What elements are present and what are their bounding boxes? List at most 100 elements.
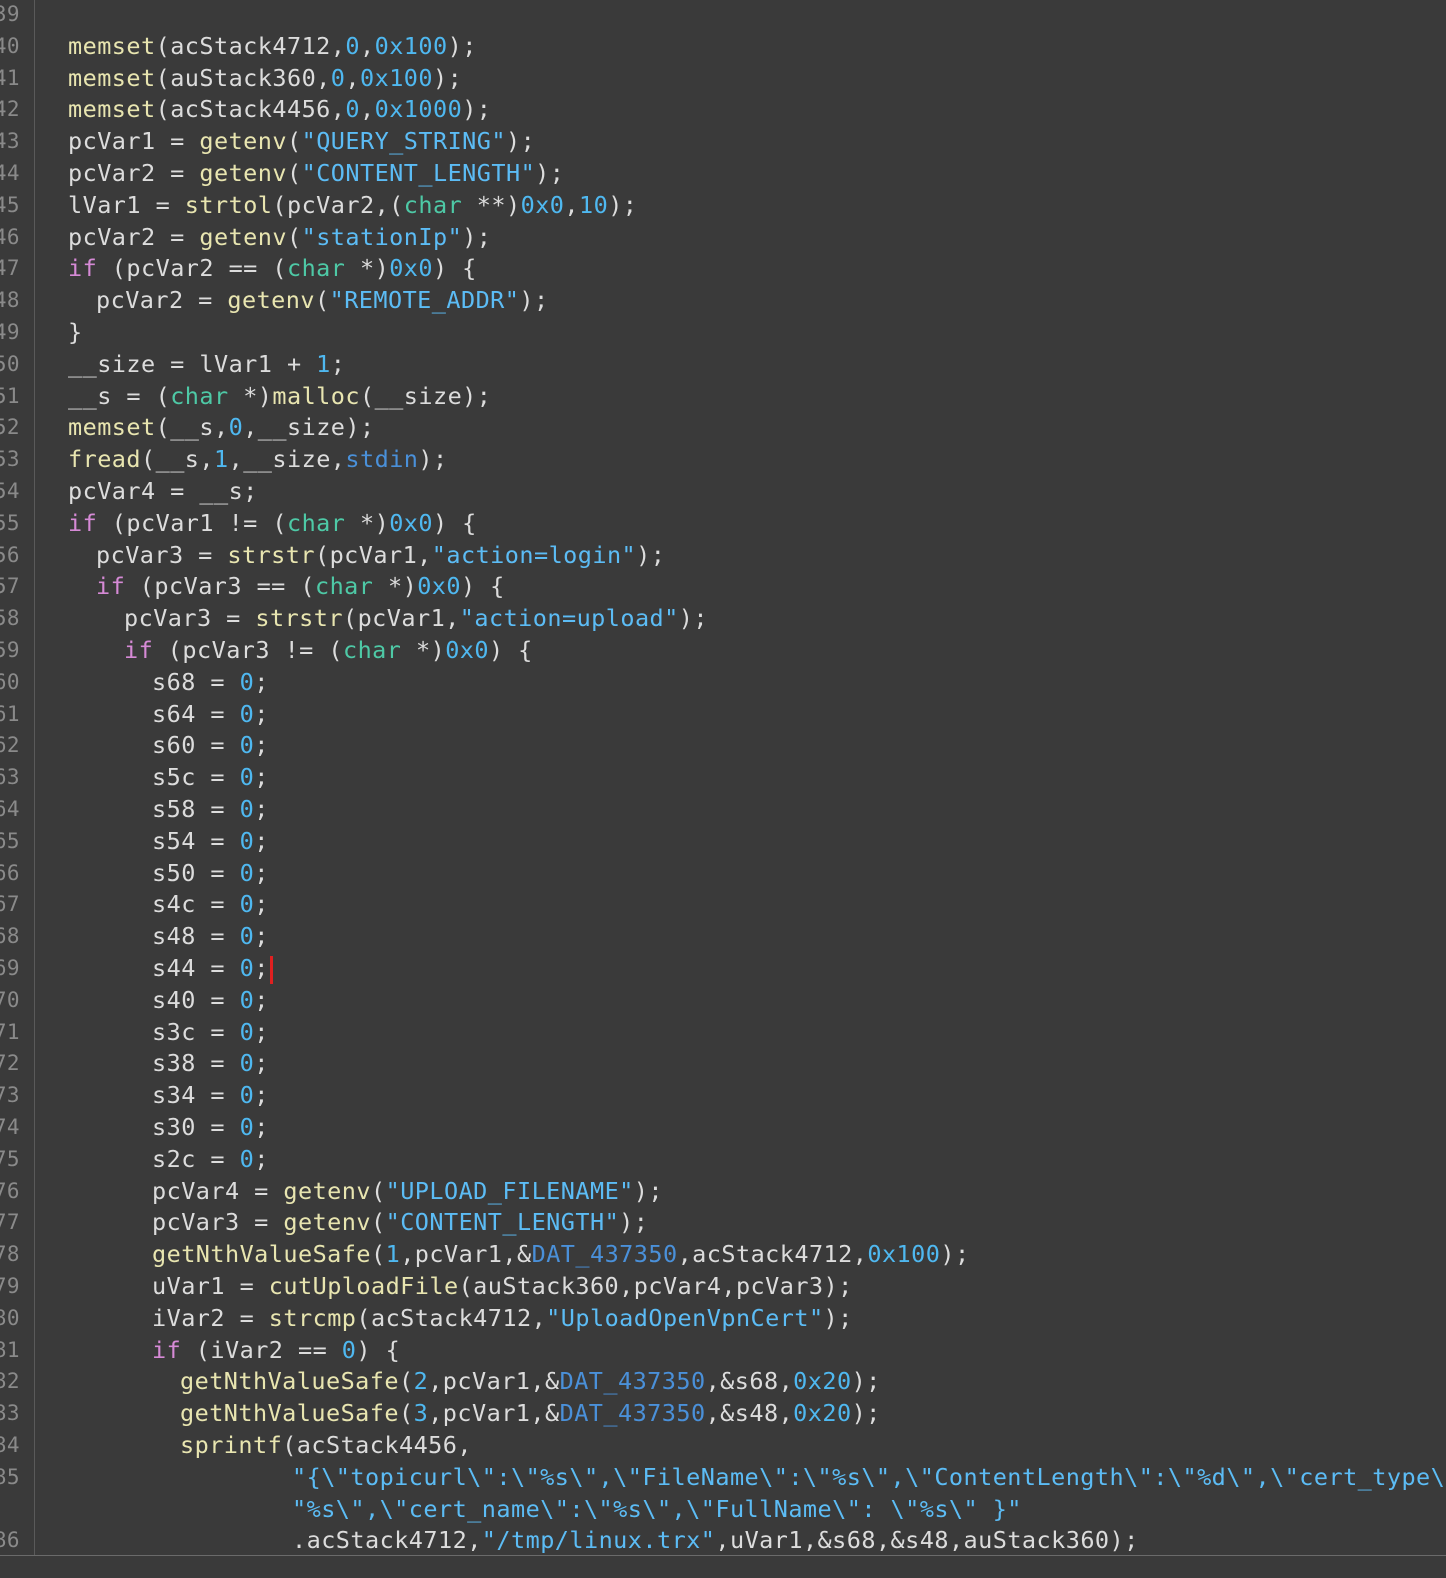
code-token: __s = (	[68, 381, 171, 410]
code-editor[interactable]: 39 40 memset(acStack4712,0,0x100); 41 memset…	[0, 0, 1446, 1578]
code-token: 0	[239, 1144, 255, 1173]
code-token: ) {	[356, 1335, 401, 1364]
code-line[interactable]: 65 s54 = 0;	[0, 825, 1446, 857]
code-line[interactable]: 45 lVar1 = strtol(pcVar2,(char **)0x0,10)…	[0, 189, 1446, 221]
code-text: if (pcVar2 == (char *)0x0) {	[68, 252, 477, 284]
code-line[interactable]: 44 pcVar2 = getenv("CONTENT_LENGTH");	[0, 157, 1446, 189]
code-token: (pcVar3 == (	[125, 572, 315, 601]
code-line[interactable]: 62 s60 = 0;	[0, 729, 1446, 761]
line-number: 39	[0, 2, 20, 26]
code-token: 10	[579, 190, 609, 219]
line-number: 81	[0, 1337, 20, 1362]
code-token: s38 =	[152, 1049, 240, 1078]
code-token: (	[286, 222, 302, 251]
line-number: 70	[0, 987, 20, 1012]
code-text: if (pcVar1 != (char *)0x0) {	[68, 507, 477, 539]
code-line[interactable]: 77 pcVar3 = getenv("CONTENT_LENGTH");	[0, 1206, 1446, 1238]
code-token: getenv	[199, 127, 287, 156]
code-line[interactable]: 54 pcVar4 = __s;	[0, 475, 1446, 507]
code-line[interactable]: 76 pcVar4 = getenv("UPLOAD_FILENAME");	[0, 1175, 1446, 1207]
code-line[interactable]: 79 uVar1 = cutUploadFile(auStack360,pcVar…	[0, 1270, 1446, 1302]
code-token: ;	[254, 1017, 269, 1046]
code-line[interactable]: 39	[0, 0, 1446, 30]
code-token: char	[286, 508, 346, 537]
code-token: "%s\",\"cert_name\":\"%s\",\"FullName\":…	[292, 1494, 1022, 1523]
code-line[interactable]: 58 pcVar3 = strstr(pcVar1,"action=upload"…	[0, 602, 1446, 634]
line-number: 79	[0, 1274, 20, 1298]
code-line[interactable]: 82 getNthValueSafe(2,pcVar1,&DAT_437350,&…	[0, 1365, 1446, 1397]
code-line[interactable]: 49}	[0, 316, 1446, 348]
code-token: 0	[345, 95, 360, 124]
code-line[interactable]: 46 pcVar2 = getenv("stationIp");	[0, 221, 1446, 253]
line-number: 43	[0, 129, 20, 154]
code-line[interactable]: 59 if (pcVar3 != (char *)0x0) {	[0, 634, 1446, 666]
code-line[interactable]: 66 s50 = 0;	[0, 857, 1446, 889]
code-text: s38 = 0;	[152, 1047, 269, 1079]
line-number: 60	[0, 669, 20, 694]
code-line[interactable]: 72 s38 = 0;	[0, 1047, 1446, 1079]
code-line[interactable]: 47 if (pcVar2 == (char *)0x0) {	[0, 252, 1446, 284]
code-line[interactable]: 84 sprintf(acStack4456,	[0, 1429, 1446, 1461]
code-line[interactable]: 56 pcVar3 = strstr(pcVar1,"action=login")…	[0, 539, 1446, 571]
code-text: s64 = 0;	[152, 698, 269, 730]
line-number: 72	[0, 1051, 20, 1076]
code-line[interactable]: 50 __size = lVar1 + 1;	[0, 348, 1446, 380]
code-text: memset(auStack360,0,0x100);	[68, 62, 462, 94]
code-token: ;	[254, 954, 269, 982]
line-number: 64	[0, 797, 20, 821]
code-line[interactable]: 63 s5c = 0;	[0, 761, 1446, 793]
code-token: );	[940, 1240, 970, 1269]
code-line[interactable]: 51 __s = (char *)malloc(__size);	[0, 380, 1446, 412]
code-token: cutUploadFile	[268, 1272, 459, 1300]
code-line[interactable]: 40 memset(acStack4712,0,0x100);	[0, 30, 1446, 62]
code-token: pcVar2 =	[68, 222, 200, 251]
code-line[interactable]: 85 "{\"topicurl\":\"%s\",\"FileName\":\"%…	[0, 1461, 1446, 1493]
code-line[interactable]: 73 s34 = 0;	[0, 1079, 1446, 1111]
code-line[interactable]: 75 s2c = 0;	[0, 1143, 1446, 1175]
code-line[interactable]: 57 if (pcVar3 == (char *)0x0) {	[0, 570, 1446, 602]
code-token: 0	[239, 858, 255, 887]
code-text: s34 = 0;	[152, 1079, 269, 1111]
code-line[interactable]: "%s\",\"cert_name\":\"%s\",\"FullName\":…	[0, 1493, 1446, 1525]
code-token: "action=login"	[431, 540, 637, 569]
code-line[interactable]: 64 s58 = 0;	[0, 793, 1446, 825]
code-line[interactable]: 80 iVar2 = strcmp(acStack4712,"UploadOpen…	[0, 1302, 1446, 1334]
line-number: 44	[0, 161, 20, 185]
line-number: 78	[0, 1242, 20, 1267]
code-line[interactable]: 67 s4c = 0;	[0, 888, 1446, 920]
code-line[interactable]: 69 s44 = 0;	[0, 952, 1446, 984]
code-token: ,	[359, 31, 375, 60]
code-token: ;	[254, 1081, 269, 1110]
code-line[interactable]: 61 s64 = 0;	[0, 698, 1446, 730]
line-number: 55	[0, 510, 20, 535]
code-token: (pcVar1,	[342, 604, 460, 633]
horizontal-scrollbar[interactable]	[0, 1555, 1446, 1578]
code-token: 0	[239, 699, 255, 728]
code-token: s30 =	[152, 1113, 240, 1141]
code-line[interactable]: 42 memset(acStack4456,0,0x1000);	[0, 93, 1446, 125]
code-line[interactable]: 52 memset(__s,0,__size);	[0, 411, 1446, 443]
code-line[interactable]: 60 s68 = 0;	[0, 666, 1446, 698]
code-token: (pcVar3 != (	[153, 636, 343, 664]
code-token: ;	[330, 349, 346, 378]
line-number: 82	[0, 1369, 20, 1394]
code-text: s30 = 0;	[152, 1111, 269, 1143]
code-line[interactable]: 68 s48 = 0;	[0, 920, 1446, 952]
code-line[interactable]: 83 getNthValueSafe(3,pcVar1,&DAT_437350,&…	[0, 1397, 1446, 1429]
code-line[interactable]: 55 if (pcVar1 != (char *)0x0) {	[0, 507, 1446, 539]
code-token: s60 =	[152, 731, 240, 760]
code-line[interactable]: 41 memset(auStack360,0,0x100);	[0, 62, 1446, 94]
code-token: s2c =	[152, 1144, 240, 1173]
code-token: memset	[68, 63, 156, 92]
code-line[interactable]: 43 pcVar1 = getenv("QUERY_STRING");	[0, 125, 1446, 157]
code-text: s3c = 0;	[152, 1016, 269, 1048]
code-line[interactable]: 74 s30 = 0;	[0, 1111, 1446, 1143]
code-line[interactable]: 86 .acStack4712,"/tmp/linux.trx",uVar1,&s…	[0, 1524, 1446, 1556]
code-text: s2c = 0;	[152, 1143, 269, 1175]
code-line[interactable]: 71 s3c = 0;	[0, 1016, 1446, 1048]
code-line[interactable]: 78 getNthValueSafe(1,pcVar1,&DAT_437350,a…	[0, 1238, 1446, 1270]
code-line[interactable]: 48 pcVar2 = getenv("REMOTE_ADDR");	[0, 284, 1446, 316]
code-line[interactable]: 81 if (iVar2 == 0) {	[0, 1334, 1446, 1366]
code-line[interactable]: 70 s40 = 0;	[0, 984, 1446, 1016]
code-line[interactable]: 53 fread(__s,1,__size,stdin);	[0, 443, 1446, 475]
